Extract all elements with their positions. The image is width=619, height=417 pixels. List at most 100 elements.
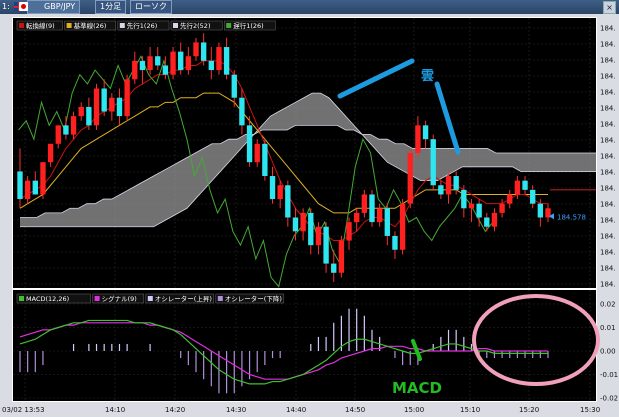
candle-body [346,222,352,241]
candle-body [399,203,406,250]
macd-legend-swatch [19,296,24,301]
chart-type-tab[interactable]: ローソク [130,0,172,14]
time-tick-label: 14:50 [345,406,365,414]
symbol-tab[interactable]: GBP/JPY [27,0,81,14]
candle-body [178,51,184,71]
candle-body [392,235,398,250]
candle-body [132,60,138,80]
price-tick-label: 184. [600,201,616,209]
candle-body [55,125,61,144]
candle-body [537,203,544,218]
candle-body [47,143,54,163]
candle-body [70,116,77,135]
legend-swatch [66,23,72,28]
candle-body [78,106,84,117]
time-tick-label: 15:20 [519,406,539,414]
time-tick-label: 15:00 [404,406,424,414]
macd-legend-label: オシレーター(上昇) [155,294,212,303]
price-axis: 184. 184. 184. 184. 184. 184. 184. 184. 184. 184.… [600,25,616,289]
candle-body [193,42,199,57]
candle-body [484,217,490,227]
candle-body [24,180,31,200]
candle-body [185,56,192,71]
macd-annotation: MACD [392,379,442,397]
indicator-legend: 転換線(9) 基準線(26) 先行1(26) 先行2(52) 遅行1(26) [16,20,276,31]
candle-body [93,88,100,126]
legend-label: 転換線(9) [26,21,55,30]
candle-body [262,143,268,177]
candle-body [40,162,46,195]
candle-body [338,240,345,273]
candle-body [285,185,291,218]
candle-body [109,97,115,112]
time-axis: 03/02 13:53 14:10 14:20 14:30 14:40 14:50 15:0… [2,406,600,414]
candle-body [162,65,169,75]
candle-body [376,208,383,223]
time-tick-label: 14:40 [286,406,306,414]
candle-body [254,143,260,163]
chart-window-toolbar: 1: GBP/JPY 1分足 ローソク × [0,0,619,14]
candle-body [514,180,521,195]
candle-body [200,42,207,61]
price-tick-label: 184. [600,41,616,49]
time-tick-label: 03/02 13:53 [2,406,45,414]
candle-body [277,185,283,200]
candle-body [468,203,475,209]
legend-label: 遅行1(26) [233,21,263,30]
price-tick-label: 184. [600,185,616,193]
price-tick-label: 184. [600,217,616,225]
price-label-text: 184.578 [557,213,586,221]
candle-body [331,263,337,273]
candle-body [223,47,230,75]
candle-body [216,47,222,71]
candle-body [422,125,429,140]
candle-body [453,176,459,190]
japan-flag-icon [19,2,28,11]
price-tick-label: 184. [600,105,616,113]
macd-tick-label: 0.00 [600,348,616,356]
price-tick-label: 184. [600,233,616,241]
candle-body [269,176,276,200]
macd-tick-label: 0.01 [600,324,616,332]
price-tick-label: 184. [600,281,616,289]
time-tick-label: 15:10 [460,406,480,414]
candle-body [445,176,452,195]
candle-body [361,194,368,213]
candle-body [208,60,214,71]
candle-body [86,106,92,126]
price-tick-label: 184. [600,73,616,81]
candle-body [507,194,513,204]
candle-body [530,189,536,204]
candle-body [139,60,146,71]
candle-body [522,180,528,190]
legend-label: 基準線(26) [74,21,107,30]
close-window-button[interactable]: × [603,1,616,14]
price-tick-label: 184. [600,249,616,257]
legend-swatch [19,23,24,28]
macd-legend-swatch [94,296,100,301]
candle-body [32,180,38,195]
timeframe-tab[interactable]: 1分足 [95,0,127,14]
macd-legend: MACD(12,26) シグナル(9) オシレーター(上昇) オシレーター(下降) [16,293,285,304]
time-tick-label: 14:30 [226,406,246,414]
price-tick-label: 184. [600,153,616,161]
candle-body [17,171,23,200]
price-tick-label: 184. [600,89,616,97]
price-tick-label: 184. [600,265,616,273]
candle-body [101,88,107,112]
time-tick-label: 14:10 [105,406,125,414]
candle-body [323,226,329,264]
candle-body [476,203,482,218]
candle-body [438,185,444,195]
candle-body [491,212,498,227]
time-tick-label: 15:30 [580,406,600,414]
macd-tick-label: -0.01 [600,371,618,379]
candle-body [246,125,253,163]
currency-pair-label: GBP/JPY [44,2,76,11]
candle-body [354,212,360,223]
candle-body [407,153,413,204]
price-tick-label: 184. [600,25,616,33]
candle-body [170,51,176,75]
candle-body [124,79,130,117]
legend-swatch [173,23,178,28]
